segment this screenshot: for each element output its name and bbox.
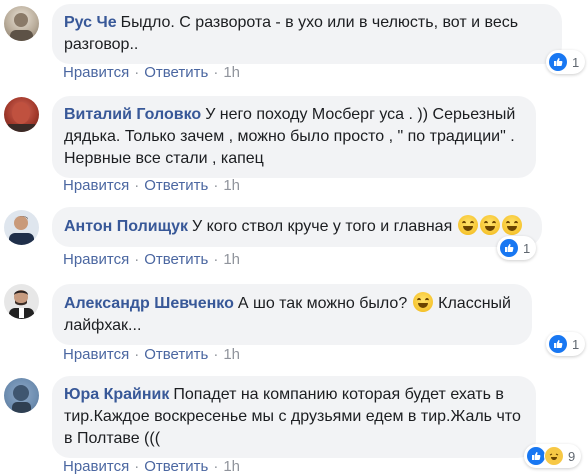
like-reaction-icon [548, 334, 568, 354]
comment-author[interactable]: Рус Че [64, 14, 117, 31]
reactions-count[interactable]: 1 [497, 236, 537, 260]
comment-bubble: Юра Крайник Попадет на компанию которая б… [52, 376, 536, 458]
avatar-photo-icon [9, 216, 34, 245]
comment-actions: Нравится · Ответить · 1h [63, 64, 240, 82]
avatar-photo-icon [10, 13, 33, 41]
comment-actions: Нравится · Ответить · 1h [63, 177, 240, 195]
haha-reaction-icon [544, 446, 564, 466]
like-button[interactable]: Нравится [63, 346, 129, 363]
separator: · [213, 458, 219, 475]
avatar-photo-icon [12, 385, 31, 413]
reply-button[interactable]: Ответить [144, 251, 208, 268]
like-reaction-icon [526, 446, 546, 466]
like-reaction-icon [548, 52, 568, 72]
separator: · [213, 251, 219, 268]
reactions-count[interactable]: 1 [546, 50, 586, 74]
laughing-emoji-icon [479, 215, 500, 235]
comment-actions: Нравится · Ответить · 1h [63, 458, 240, 476]
comment-author[interactable]: Антон Полищук [64, 218, 188, 235]
comment-author[interactable]: Юра Крайник [64, 386, 169, 403]
avatar[interactable] [4, 97, 39, 132]
reactions-count[interactable]: 1 [546, 332, 586, 356]
separator: · [213, 346, 219, 363]
comment-time[interactable]: 1h [223, 64, 240, 81]
avatar[interactable] [4, 284, 39, 319]
comment-time[interactable]: 1h [223, 251, 240, 268]
comment-actions: Нравится · Ответить · 1h [63, 346, 240, 364]
like-button[interactable]: Нравится [63, 251, 129, 268]
reactions-number: 1 [572, 336, 580, 352]
comment-text: А шо так можно было? [237, 295, 408, 312]
reactions-number: 1 [572, 54, 580, 70]
comment-bubble: Виталий Головко У него походу Мосберг уса… [52, 96, 536, 178]
comment-author[interactable]: Александр Шевченко [64, 295, 234, 312]
laughing-emoji-icon [501, 215, 522, 235]
like-button[interactable]: Нравится [63, 177, 129, 194]
comment-bubble: Александр Шевченко А шо так можно было? К… [52, 284, 532, 345]
reactions-count[interactable]: 9 [524, 444, 582, 468]
avatar[interactable] [4, 210, 39, 245]
comment-bubble: Рус Че Быдло. С разворота - в ухо или в ч… [52, 4, 562, 64]
avatar[interactable] [4, 378, 39, 413]
separator: · [134, 346, 140, 363]
comment-time[interactable]: 1h [223, 177, 240, 194]
separator: · [213, 177, 219, 194]
reply-button[interactable]: Ответить [144, 64, 208, 81]
comment-text: Быдло. С разворота - в ухо или в челюсть… [64, 14, 519, 53]
separator: · [134, 251, 140, 268]
avatar[interactable] [4, 6, 39, 41]
avatar-photo-icon [8, 102, 35, 132]
reactions-number: 9 [568, 448, 576, 464]
separator: · [213, 64, 219, 81]
like-button[interactable]: Нравится [63, 64, 129, 81]
separator: · [134, 458, 140, 475]
comment-time[interactable]: 1h [223, 346, 240, 363]
reactions-number: 1 [523, 240, 531, 256]
reply-button[interactable]: Ответить [144, 177, 208, 194]
like-button[interactable]: Нравится [63, 458, 129, 475]
like-reaction-icon [499, 238, 519, 258]
comment-author[interactable]: Виталий Головко [64, 106, 201, 123]
reply-button[interactable]: Ответить [144, 458, 208, 475]
avatar-photo-icon [9, 290, 34, 319]
smiling-emoji-icon [412, 292, 433, 312]
laughing-emoji-icon [457, 215, 478, 235]
comment-text: У кого ствол круче у того и главная [192, 218, 453, 235]
separator: · [134, 64, 140, 81]
comment-actions: Нравится · Ответить · 1h [63, 251, 240, 269]
separator: · [134, 177, 140, 194]
comment-time[interactable]: 1h [223, 458, 240, 475]
comment-bubble: Антон Полищук У кого ствол круче у того и… [52, 207, 542, 247]
reply-button[interactable]: Ответить [144, 346, 208, 363]
